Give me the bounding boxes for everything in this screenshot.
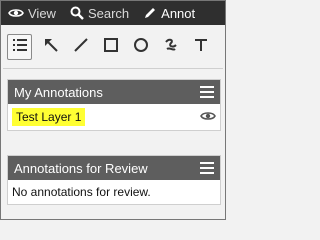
top-navigation: View Search Annot bbox=[1, 1, 225, 25]
pencil-icon bbox=[143, 6, 157, 20]
review-empty-text: No annotations for review. bbox=[12, 185, 151, 199]
layer-row[interactable]: Test Layer 1 bbox=[8, 104, 220, 130]
arrow-icon bbox=[43, 37, 59, 58]
line-icon bbox=[73, 37, 89, 58]
circle-tool-button[interactable] bbox=[129, 35, 152, 59]
nav-view-label: View bbox=[28, 5, 56, 21]
rectangle-icon bbox=[103, 37, 119, 58]
nav-search[interactable]: Search bbox=[63, 1, 136, 25]
line-tool-button[interactable] bbox=[69, 35, 92, 59]
text-icon bbox=[193, 37, 209, 58]
rectangle-tool-button[interactable] bbox=[99, 35, 122, 59]
list-tool-button[interactable] bbox=[7, 34, 32, 60]
eye-icon bbox=[8, 7, 24, 19]
my-annotations-header: My Annotations bbox=[8, 80, 220, 104]
text-tool-button[interactable] bbox=[189, 35, 212, 59]
annotations-review-panel: Annotations for Review No annotations fo… bbox=[7, 155, 221, 205]
menu-icon[interactable] bbox=[200, 162, 214, 174]
arrow-tool-button[interactable] bbox=[39, 35, 62, 59]
review-empty-row: No annotations for review. bbox=[8, 180, 220, 204]
nav-view[interactable]: View bbox=[1, 1, 63, 25]
layer-name[interactable]: Test Layer 1 bbox=[12, 108, 86, 126]
my-annotations-panel: My Annotations Test Layer 1 bbox=[7, 79, 221, 131]
menu-icon[interactable] bbox=[200, 86, 214, 98]
review-title: Annotations for Review bbox=[14, 160, 148, 176]
freehand-tool-button[interactable] bbox=[159, 35, 182, 59]
search-icon bbox=[70, 6, 84, 20]
nav-search-label: Search bbox=[87, 5, 130, 21]
nav-annotations-label: Annot bbox=[161, 5, 196, 21]
freehand-icon bbox=[163, 37, 179, 58]
my-annotations-title: My Annotations bbox=[14, 84, 103, 100]
list-icon bbox=[12, 38, 28, 57]
annotation-toolbar bbox=[7, 32, 219, 62]
visibility-eye-icon[interactable] bbox=[200, 110, 216, 125]
review-header: Annotations for Review bbox=[8, 156, 220, 180]
circle-icon bbox=[133, 37, 149, 58]
toolbar-divider bbox=[3, 68, 223, 69]
nav-annotations[interactable]: Annot bbox=[136, 1, 202, 25]
